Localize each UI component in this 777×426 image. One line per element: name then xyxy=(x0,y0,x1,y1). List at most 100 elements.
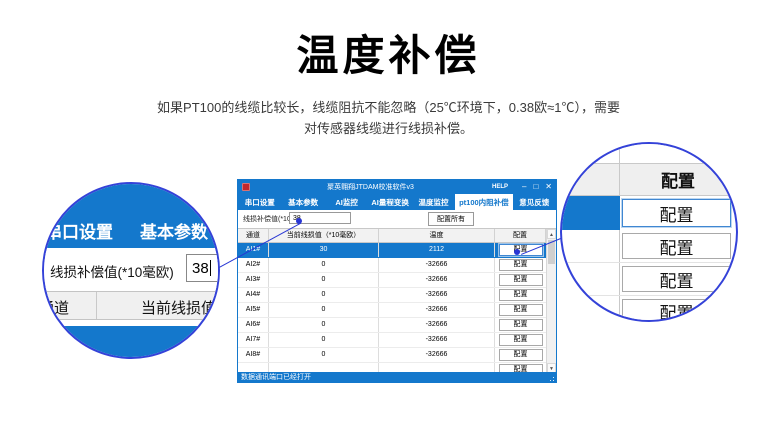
cell-temp: -32666 xyxy=(379,318,495,332)
app-window: 聚英翱翔JTDAM校准软件v3 HELP – □ ✕ 串口设置 基本参数 AI监… xyxy=(237,179,557,383)
cell-temp: -32666 xyxy=(379,288,495,302)
configure-all-button[interactable]: 配置所有 xyxy=(428,212,474,226)
magnified-configure-button: 配置 xyxy=(622,233,731,259)
magnified-header-loss: 当前线损值 xyxy=(141,297,216,318)
scroll-down-icon[interactable]: ▼ xyxy=(547,363,556,372)
cell-loss: 0 xyxy=(269,333,379,347)
magnified-configure-button: 配置 xyxy=(622,199,731,227)
magnified-tab-serial-settings: 串口设置 xyxy=(45,218,113,243)
tab-bar: 串口设置 基本参数 AI监控 AI量程变换 温度监控 pt100内阻补偿 意见反… xyxy=(238,194,556,210)
magnified-row: 配置 xyxy=(562,263,736,296)
titlebar: 聚英翱翔JTDAM校准软件v3 HELP – □ ✕ xyxy=(238,180,556,194)
configure-button[interactable]: 配置 xyxy=(499,349,543,361)
cell-action: 配置 xyxy=(495,258,546,272)
table-row[interactable]: AI7# 0 -32666 配置 xyxy=(238,333,556,348)
cell-temp: -32666 xyxy=(379,273,495,287)
cell-channel: AI4# xyxy=(238,288,269,302)
configure-button[interactable]: 配置 xyxy=(499,289,543,301)
subtitle-line-2: 对传感器线缆进行线损补偿。 xyxy=(304,121,473,136)
subtitle-line-1: 如果PT100的线缆比较长，线缆阻抗不能忽略（25℃环境下，0.38欧≈1℃），… xyxy=(157,100,620,115)
magnified-loss-input: 38 xyxy=(186,254,220,282)
magnified-selected-cell xyxy=(562,196,620,230)
magnified-tab-bar: 串口设置 基本参数 xyxy=(44,184,218,248)
table-row[interactable]: AI3# 0 -32666 配置 xyxy=(238,273,556,288)
magnified-selected-row xyxy=(44,326,218,357)
cell-loss: 0 xyxy=(269,303,379,317)
magnified-cell xyxy=(562,263,620,295)
cell-temp: -32666 xyxy=(379,303,495,317)
callout-dot-input xyxy=(296,218,302,224)
table-row[interactable]: AI1# 30 2112 配置 xyxy=(238,243,556,258)
magnified-table-header: 通道 当前线损值 xyxy=(44,291,218,320)
close-button[interactable]: ✕ xyxy=(545,183,552,191)
cell-loss: 0 xyxy=(269,348,379,362)
callout-dot-configure xyxy=(514,249,520,255)
header-temp: 温度 xyxy=(379,229,495,242)
maximize-button[interactable]: □ xyxy=(533,183,538,191)
magnified-header-channel: 通道 xyxy=(42,297,69,318)
magnified-row: 配置 xyxy=(562,230,736,263)
cell-channel: AI7# xyxy=(238,333,269,347)
table-row[interactable]: AI8# 0 -32666 配置 xyxy=(238,348,556,363)
configure-button[interactable]: 配置 xyxy=(499,319,543,331)
magnified-right-column xyxy=(620,144,736,163)
tab-ai-monitor[interactable]: AI监控 xyxy=(325,194,368,210)
magnified-left-column xyxy=(562,144,620,163)
cell-action: 配置 xyxy=(495,363,546,372)
minimize-button[interactable]: – xyxy=(522,183,526,191)
magnified-cell xyxy=(562,296,620,322)
tab-temp-monitor[interactable]: 温度监控 xyxy=(412,194,455,210)
page-subtitle: 如果PT100的线缆比较长，线缆阻抗不能忽略（25℃环境下，0.38欧≈1℃），… xyxy=(0,97,777,139)
configure-button[interactable]: 配置 xyxy=(499,274,543,286)
header-action: 配置 xyxy=(495,229,546,242)
resize-grip-icon[interactable] xyxy=(547,374,554,381)
scroll-up-icon[interactable]: ▲ xyxy=(547,229,556,239)
channel-table: 通道 当前线损值（*10毫欧） 温度 配置 AI1# 30 2112 配置 AI… xyxy=(238,228,556,372)
magnified-row-selected: 配置 xyxy=(562,196,736,230)
cell-action: 配置 xyxy=(495,318,546,332)
cell-temp: 2112 xyxy=(379,243,495,257)
left-magnifier-callout: 串口设置 基本参数 线损补偿值(*10毫欧) 38 通道 当前线损值 xyxy=(42,182,220,359)
cell-loss: 0 xyxy=(269,273,379,287)
cell-channel: AI5# xyxy=(238,303,269,317)
table-row[interactable]: AI6# 0 -32666 配置 xyxy=(238,318,556,333)
magnified-action-header: 配置 xyxy=(620,164,736,195)
tab-feedback[interactable]: 意见反馈 xyxy=(513,194,556,210)
cell-loss xyxy=(269,363,379,372)
table-row[interactable]: AI5# 0 -32666 配置 xyxy=(238,303,556,318)
cell-temp xyxy=(379,363,495,372)
configure-button[interactable]: 配置 xyxy=(499,304,543,316)
tab-basic-params[interactable]: 基本参数 xyxy=(281,194,324,210)
app-icon xyxy=(242,183,250,191)
magnified-row-partial: 配置 xyxy=(562,296,736,322)
toolbar: 线损补偿值(*10毫欧) 38 配置所有 xyxy=(238,210,556,228)
cell-action: 配置 xyxy=(495,288,546,302)
tab-ai-range[interactable]: AI量程变换 xyxy=(368,194,411,210)
cell-channel: AI6# xyxy=(238,318,269,332)
vertical-scrollbar[interactable]: ▲ ▼ xyxy=(546,229,556,372)
cell-channel: AI8# xyxy=(238,348,269,362)
magnified-cell xyxy=(562,230,620,262)
header-channel: 通道 xyxy=(238,229,269,242)
status-bar: 数据通讯端口已经打开 xyxy=(238,372,556,382)
help-button[interactable]: HELP xyxy=(492,184,508,190)
magnified-configure-button: 配置 xyxy=(622,299,731,322)
table-row-partial: 配置 xyxy=(238,363,556,372)
magnified-left-column xyxy=(562,164,620,195)
cell-channel: AI3# xyxy=(238,273,269,287)
magnified-configure-button: 配置 xyxy=(622,266,731,292)
cell-loss: 0 xyxy=(269,258,379,272)
cell-loss: 0 xyxy=(269,318,379,332)
configure-button[interactable]: 配置 xyxy=(499,334,543,346)
table-row[interactable]: AI4# 0 -32666 配置 xyxy=(238,288,556,303)
right-magnifier-callout: 配置 配置 配置 配置 配置 xyxy=(560,142,738,322)
cell-channel: AI2# xyxy=(238,258,269,272)
configure-button[interactable]: 配置 xyxy=(499,259,543,271)
text-cursor xyxy=(210,260,212,276)
tab-serial-settings[interactable]: 串口设置 xyxy=(238,194,281,210)
configure-button[interactable]: 配置 xyxy=(499,364,543,372)
tab-pt100-compensation[interactable]: pt100内阻补偿 xyxy=(455,194,512,210)
table-row[interactable]: AI2# 0 -32666 配置 xyxy=(238,258,556,273)
cell-temp: -32666 xyxy=(379,348,495,362)
page-title: 温度补偿 xyxy=(0,22,777,83)
